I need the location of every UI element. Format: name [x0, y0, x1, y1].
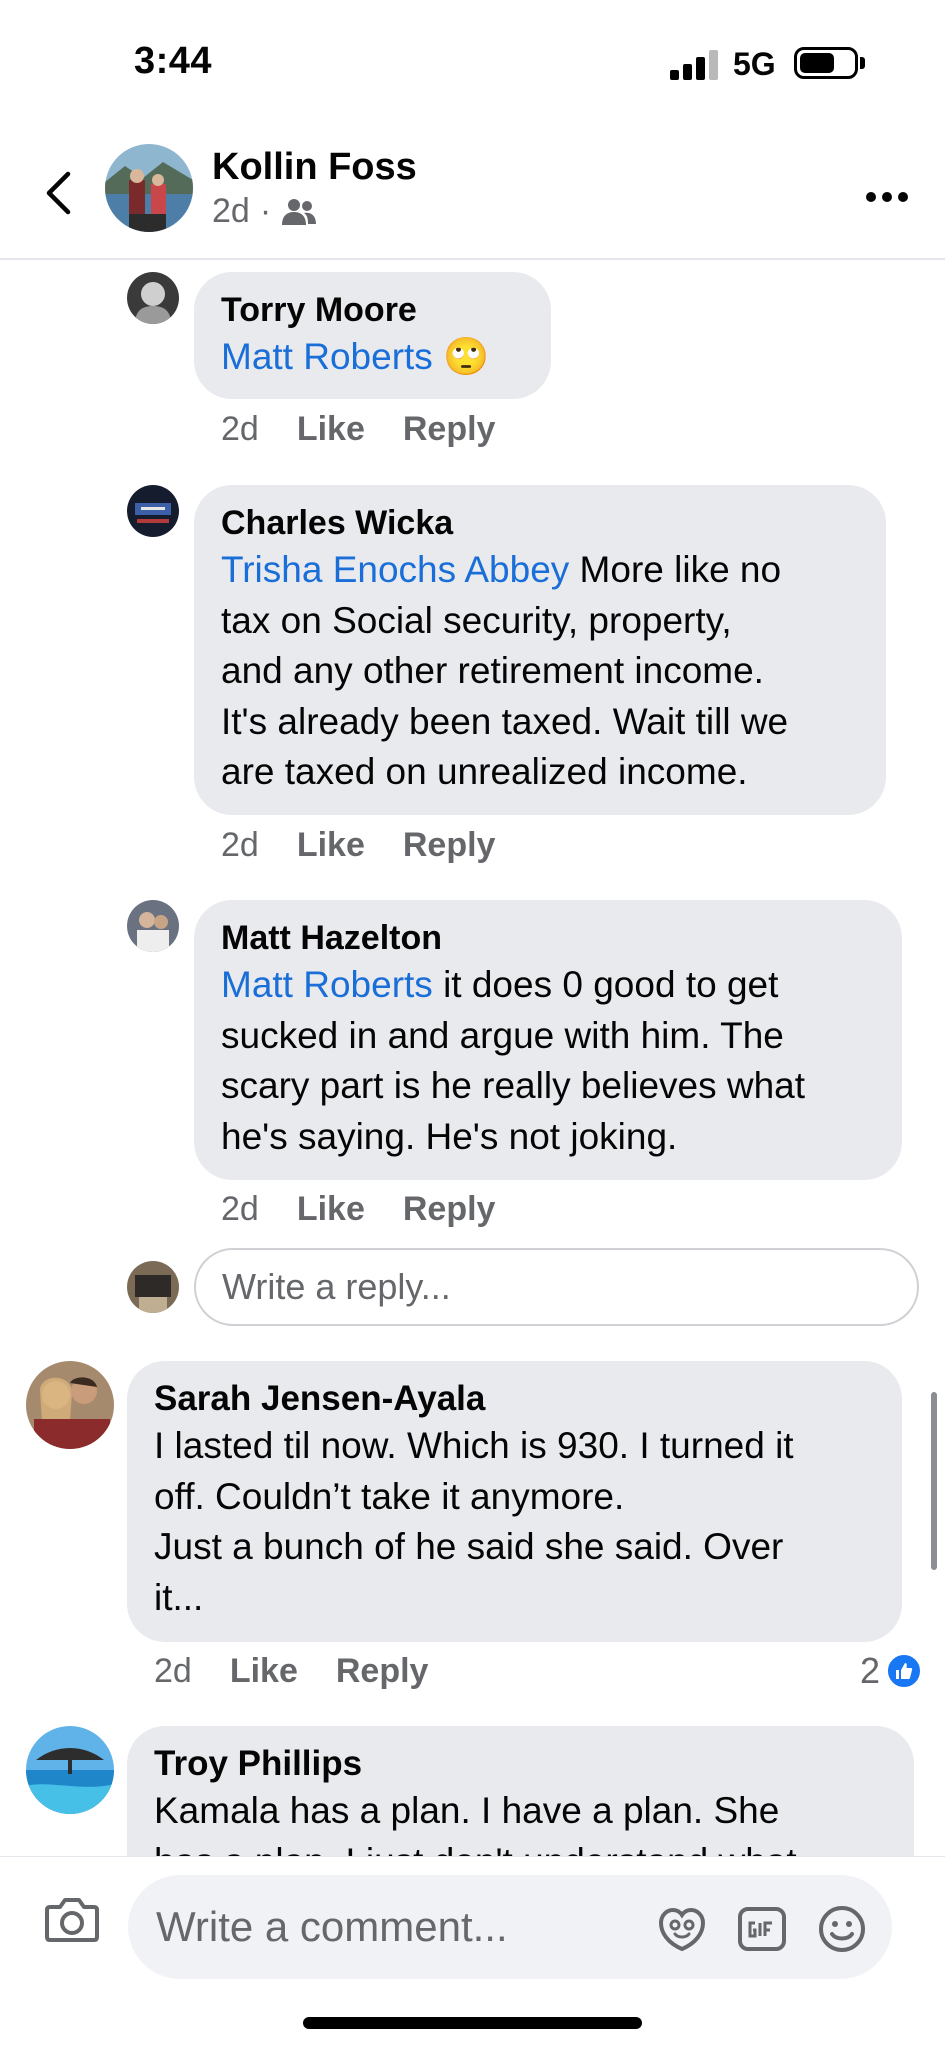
eye-roll-emoji: 🙄: [443, 336, 490, 377]
commenter-name[interactable]: Troy Phillips: [154, 1742, 887, 1786]
commenter-avatar[interactable]: [26, 1361, 114, 1449]
status-bar: 3:44 5G: [0, 0, 945, 130]
commenter-name[interactable]: Charles Wicka: [221, 501, 859, 545]
commenter-avatar[interactable]: [127, 485, 179, 537]
comment-text-line: Just a bunch of he said she said. Over: [154, 1526, 784, 1567]
avatar-sticker-icon[interactable]: [656, 1903, 708, 1955]
more-options-button[interactable]: [866, 182, 916, 212]
like-button[interactable]: Like: [297, 410, 365, 449]
reaction-summary[interactable]: 2: [860, 1650, 923, 1692]
mention-link[interactable]: Matt Roberts: [221, 964, 433, 1005]
comment-text-line: and any other retirement income.: [221, 650, 764, 691]
battery-nub: [860, 57, 865, 69]
gif-icon[interactable]: [736, 1903, 788, 1955]
comment-time: 2d: [221, 1190, 259, 1228]
comment-placeholder: Write a comment...: [156, 1903, 508, 1950]
reply-button[interactable]: Reply: [336, 1652, 429, 1691]
mention-link[interactable]: Matt Roberts: [221, 336, 433, 377]
comment-text-line: it...: [154, 1576, 204, 1618]
reply-button[interactable]: Reply: [403, 410, 496, 449]
commenter-avatar[interactable]: [26, 1726, 114, 1814]
author-name[interactable]: Kollin Foss: [212, 146, 417, 189]
camera-button[interactable]: [44, 1893, 100, 1945]
home-indicator: [303, 2017, 642, 2029]
comment-text: Matt Roberts it does 0 good to get: [221, 960, 875, 1011]
reply-input[interactable]: Write a reply...: [194, 1248, 919, 1326]
commenter-avatar[interactable]: [127, 272, 179, 324]
mention-link[interactable]: Trisha Enochs Abbey: [221, 549, 569, 590]
comment-text-line: More like no: [569, 549, 782, 590]
commenter-avatar[interactable]: [127, 900, 179, 952]
commenter-name[interactable]: Sarah Jensen-Ayala: [154, 1377, 875, 1421]
like-button[interactable]: Like: [297, 826, 365, 865]
comment-input[interactable]: Write a comment...: [128, 1875, 892, 1979]
comment-bubble: Sarah Jensen-Ayala I lasted til now. Whi…: [127, 1361, 902, 1642]
comment-text-line: tax on Social security, property,: [221, 599, 732, 641]
post-meta: 2d ·: [212, 192, 317, 231]
comment-bubble: Torry Moore Matt Roberts 🙄: [194, 272, 551, 399]
comment-text-line: scary part is he really believes what: [221, 1065, 806, 1106]
back-button[interactable]: [28, 158, 88, 228]
reply-button[interactable]: Reply: [403, 1190, 496, 1229]
reply-button[interactable]: Reply: [403, 826, 496, 865]
commenter-name[interactable]: Matt Hazelton: [221, 916, 875, 960]
reaction-count: 2: [860, 1650, 881, 1691]
comment-time: 2d: [154, 1652, 192, 1690]
like-button[interactable]: Like: [297, 1190, 365, 1229]
signal-icon: [670, 50, 720, 80]
battery-icon: [794, 47, 858, 79]
comment-composer: Write a comment...: [0, 1856, 945, 2048]
scrollbar[interactable]: [931, 1392, 937, 1570]
comment-text-line: are taxed on unrealized income.: [221, 751, 748, 792]
like-button[interactable]: Like: [230, 1652, 298, 1691]
comment-time: 2d: [221, 826, 259, 864]
network-label: 5G: [733, 46, 776, 82]
comment-text: Trisha Enochs Abbey More like no: [221, 545, 859, 596]
comment-text-line: off. Couldn’t take it anymore.: [154, 1475, 625, 1517]
comment-actions: 2d Like Reply: [221, 1190, 495, 1229]
post-age: 2d: [212, 192, 250, 230]
comment-actions: 2d Like Reply: [221, 826, 495, 865]
chevron-left-icon: [46, 171, 71, 215]
comment-text: Matt Roberts 🙄: [221, 332, 524, 383]
comment-text-line: sucked in and argue with him. The: [221, 1014, 784, 1056]
comment-text-line: he's saying. He's not joking.: [221, 1115, 678, 1157]
comment-text-line: I lasted til now. Which is 930. I turned…: [154, 1425, 794, 1466]
comment-actions: 2d Like Reply: [154, 1652, 428, 1691]
comment-time: 2d: [221, 410, 259, 448]
author-avatar[interactable]: [105, 144, 193, 232]
my-avatar: [127, 1261, 179, 1313]
meta-separator: ·: [259, 192, 272, 230]
emoji-icon[interactable]: [816, 1903, 868, 1955]
camera-icon: [45, 1898, 99, 1942]
reply-placeholder: Write a reply...: [222, 1266, 451, 1307]
comment-actions: 2d Like Reply: [221, 410, 495, 449]
comment-text-line: It's already been taxed. Wait till we: [221, 700, 789, 742]
friends-icon: [282, 198, 317, 225]
commenter-name[interactable]: Torry Moore: [221, 288, 524, 332]
comment-text-line: Kamala has a plan. I have a plan. She: [154, 1790, 780, 1831]
post-header: Kollin Foss 2d ·: [0, 130, 945, 260]
comment-text-line: it does 0 good to get: [432, 964, 779, 1005]
comment-bubble: Matt Hazelton Matt Roberts it does 0 goo…: [194, 900, 902, 1180]
thumbs-up-icon: [886, 1653, 923, 1689]
comment-bubble: Charles Wicka Trisha Enochs Abbey More l…: [194, 485, 886, 815]
status-time: 3:44: [134, 40, 213, 82]
